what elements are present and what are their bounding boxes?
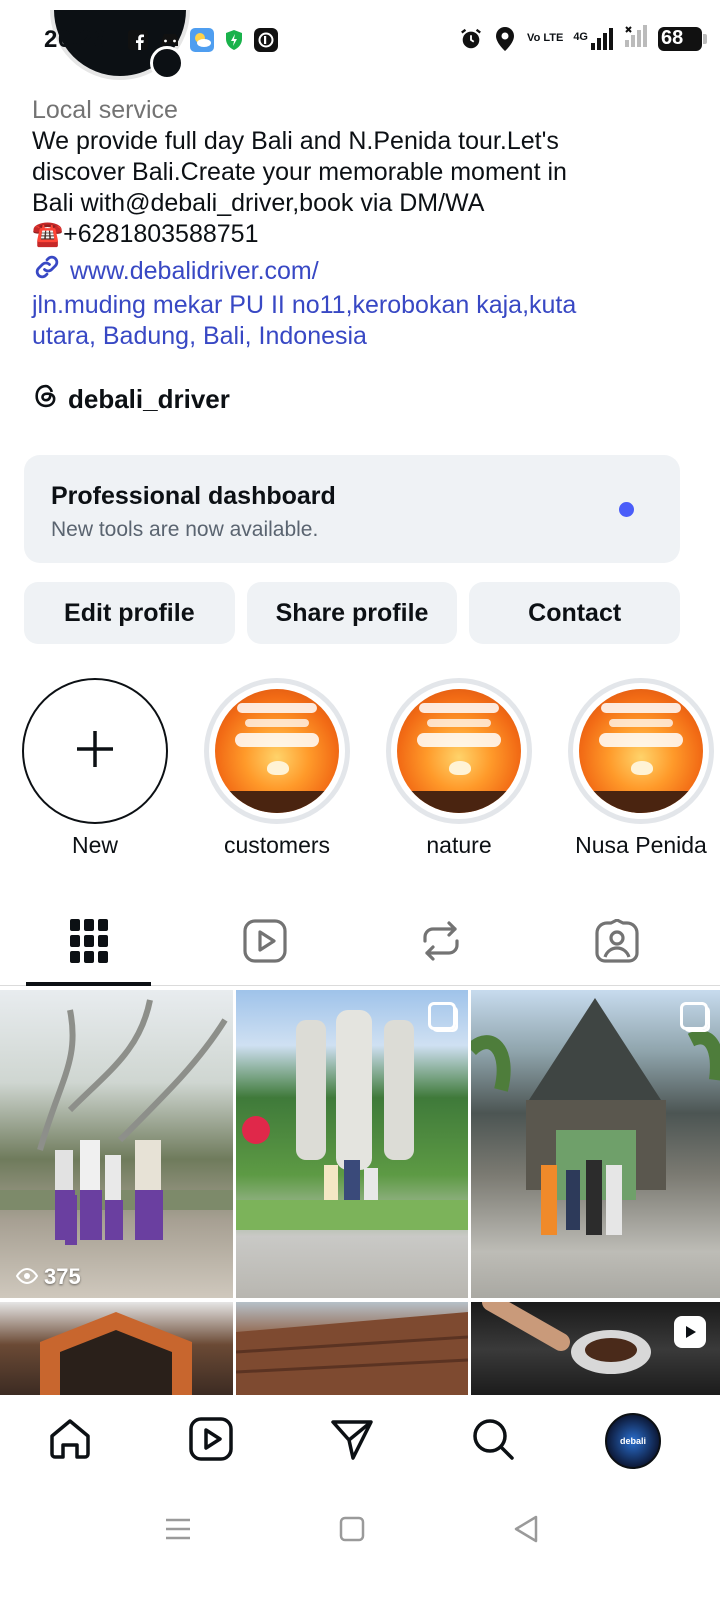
back-button[interactable]: [506, 1511, 546, 1551]
post-image: [40, 1312, 192, 1395]
reposts-icon: [421, 919, 461, 968]
post-thumbnail[interactable]: [0, 1302, 233, 1395]
website-link[interactable]: www.debalidriver.com/: [32, 252, 672, 290]
bio-line: We provide full day Bali and N.Penida to…: [32, 127, 559, 155]
highlight-label: New: [71, 832, 118, 858]
nav-home[interactable]: [42, 1413, 98, 1469]
edit-profile-button[interactable]: Edit profile: [24, 582, 235, 644]
post-image: [236, 1010, 468, 1230]
highlight-label: Nusa Penida: [575, 832, 707, 858]
search-icon: [470, 1416, 516, 1467]
post-thumbnail[interactable]: [236, 990, 468, 1298]
reels-icon: [242, 918, 287, 968]
threads-handle: debali_driver: [68, 384, 230, 414]
post-image: [471, 998, 720, 1235]
address-line: utara, Badung, Bali, Indonesia: [32, 322, 367, 350]
posts-grid: 375: [0, 990, 720, 1395]
views-number: 375: [44, 1264, 81, 1289]
highlight-label: customers: [223, 832, 331, 858]
tab-reels[interactable]: [202, 900, 327, 986]
address-link[interactable]: jln.muding mekar PU II no11,kerobokan ka…: [32, 290, 672, 352]
highlight-cover-image: [397, 689, 521, 813]
bottom-navigation: debali: [0, 1395, 720, 1485]
post-thumbnail[interactable]: [471, 990, 720, 1298]
highlight-label: nature: [426, 832, 492, 858]
post-thumbnail[interactable]: [471, 1302, 720, 1395]
bio-phone[interactable]: ☎️+6281803588751: [32, 219, 672, 250]
tab-tagged[interactable]: [554, 900, 679, 986]
weather-icon: [190, 28, 214, 52]
profile-actions: Edit profile Share profile Contact: [24, 582, 681, 644]
car-icon: [158, 28, 182, 52]
plus-icon: [75, 729, 115, 774]
signal-icon: 4G: [573, 27, 614, 51]
post-image: [0, 999, 233, 1245]
bio-line: Bali with@debali_driver,book via DM/WA: [32, 189, 485, 217]
link-icon: [32, 252, 62, 290]
notification-dot: [619, 502, 634, 517]
website-url[interactable]: www.debalidriver.com/: [70, 256, 319, 287]
address-line: jln.muding mekar PU II no11,kerobokan ka…: [32, 291, 577, 319]
story-highlights: New customers nature Nusa Penida: [0, 678, 720, 868]
bio-text: We provide full day Bali and N.Penida to…: [32, 126, 672, 250]
highlight-cover-image: [215, 689, 339, 813]
home-button[interactable]: [332, 1511, 372, 1551]
dashboard-title: Professional dashboard: [51, 482, 336, 510]
avatar: debali: [605, 1413, 661, 1469]
professional-dashboard[interactable]: Professional dashboard New tools are now…: [24, 455, 680, 563]
battery-indicator: 68: [658, 26, 707, 51]
facebook-icon: [126, 28, 150, 52]
profile-bio: Local service We provide full day Bali a…: [32, 95, 672, 352]
bio-line: discover Bali.Create your memorable mome…: [32, 158, 567, 186]
nav-profile[interactable]: debali: [605, 1413, 661, 1469]
menu-button[interactable]: [158, 1511, 198, 1551]
profile-tabs: [0, 900, 720, 986]
dashboard-subtitle: New tools are now available.: [51, 518, 319, 541]
send-icon: [329, 1416, 375, 1467]
contact-button[interactable]: Contact: [469, 582, 681, 644]
highlight-new[interactable]: New: [20, 678, 170, 859]
square-icon: [339, 1516, 365, 1547]
multi-photo-icon: [428, 1002, 456, 1030]
back-triangle-icon: [513, 1515, 539, 1548]
nav-search[interactable]: [465, 1413, 521, 1469]
post-image: [236, 1312, 468, 1395]
profile-category: Local service: [32, 96, 178, 124]
location-icon: [493, 26, 517, 51]
post-thumbnail[interactable]: [236, 1302, 468, 1395]
tagged-icon: [594, 917, 639, 968]
volte-indicator: Vo LTE: [527, 32, 564, 44]
highlight-cover-image: [579, 689, 703, 813]
eye-icon: [15, 1264, 39, 1290]
views-count: 375: [15, 1264, 81, 1290]
menu-icon: [164, 1517, 192, 1546]
highlight-customers[interactable]: customers: [202, 678, 352, 859]
active-tab-indicator: [26, 982, 151, 986]
shield-icon: [222, 28, 246, 52]
highlight-nature[interactable]: nature: [384, 678, 534, 859]
tab-reposts[interactable]: [378, 900, 503, 986]
threads-badge[interactable]: debali_driver: [32, 382, 230, 417]
share-profile-button[interactable]: Share profile: [246, 582, 458, 644]
multi-photo-icon: [680, 1002, 708, 1030]
d-app-icon: [254, 28, 278, 52]
nav-reels[interactable]: [183, 1413, 239, 1469]
status-bar: 20.26 Vo LTE 4G 68: [0, 0, 720, 82]
reels-icon: [188, 1416, 234, 1467]
home-icon: [47, 1416, 93, 1467]
alarm-icon: [459, 27, 483, 51]
highlight-nusa-penida[interactable]: Nusa Penida: [566, 678, 716, 859]
status-time: 20.26: [44, 26, 107, 53]
reel-icon: [674, 1316, 706, 1348]
signal-2-icon: [624, 24, 648, 53]
grid-icon: [69, 918, 108, 968]
nav-messages[interactable]: [324, 1413, 380, 1469]
tab-posts[interactable]: [26, 900, 151, 986]
post-thumbnail[interactable]: 375: [0, 990, 233, 1298]
threads-icon: [32, 382, 60, 417]
system-navigation: [0, 1485, 720, 1604]
